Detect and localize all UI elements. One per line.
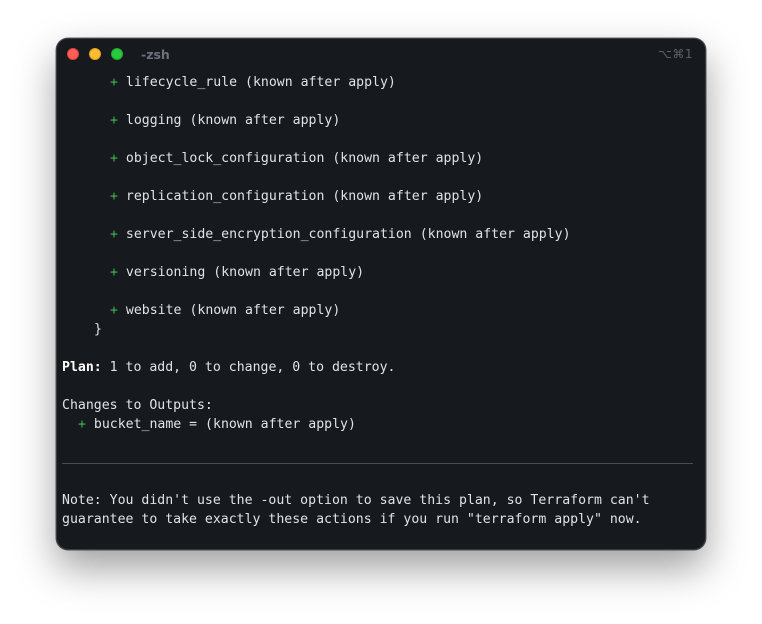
plus-symbol: + [78, 417, 86, 432]
resource-name: logging [125, 113, 182, 128]
plus-symbol: + [110, 113, 118, 128]
resource-line: + website (known after apply) [110, 301, 340, 320]
note-line-1: Note: You didn't use the -out option to … [62, 493, 650, 508]
outputs-heading: Changes to Outputs: [62, 398, 213, 413]
title-bar[interactable]: -zsh ⌥⌘1 [57, 39, 705, 71]
resource-note: (known after apply) [189, 303, 341, 318]
resource-line: + object_lock_configuration (known after… [110, 149, 483, 168]
resource-line: + replication_configuration (known after… [110, 187, 483, 206]
resource-line: + logging (known after apply) [110, 111, 340, 130]
window-shortcut: ⌥⌘1 [658, 47, 693, 61]
plus-symbol: + [110, 189, 118, 204]
resource-name: object_lock_configuration [125, 151, 325, 166]
resource-name: versioning [125, 265, 206, 280]
plan-line: Plan: 1 to add, 0 to change, 0 to destro… [62, 358, 395, 377]
resource-note: (known after apply) [332, 151, 484, 166]
terminal-window: -zsh ⌥⌘1 + lifecycle_rule (known after a… [56, 38, 706, 550]
plus-symbol: + [110, 227, 118, 242]
closing-brace: } [94, 322, 102, 337]
plus-symbol: + [110, 151, 118, 166]
maximize-button[interactable] [111, 48, 123, 60]
note-line-2: guarantee to take exactly these actions … [62, 512, 642, 527]
plan-summary: 1 to add, 0 to change, 0 to destroy. [109, 360, 396, 375]
resource-line: + server_side_encryption_configuration (… [110, 225, 571, 244]
plus-symbol: + [110, 303, 118, 318]
resource-note: (known after apply) [189, 113, 341, 128]
plus-symbol: + [110, 265, 118, 280]
output-text: bucket_name = (known after apply) [93, 417, 356, 432]
plus-symbol: + [110, 75, 118, 90]
terminal-output[interactable]: + lifecycle_rule (known after apply) + l… [62, 73, 697, 527]
resource-line: + lifecycle_rule (known after apply) [110, 73, 396, 92]
plan-label: Plan: [62, 360, 102, 375]
resource-line: + versioning (known after apply) [110, 263, 364, 282]
resource-note: (known after apply) [213, 265, 365, 280]
resource-name: website [125, 303, 182, 318]
resource-note: (known after apply) [245, 75, 396, 90]
resource-name: replication_configuration [125, 189, 325, 204]
divider [62, 463, 693, 464]
resource-note: (known after apply) [419, 227, 571, 242]
output-line: + bucket_name = (known after apply) [78, 415, 356, 434]
resource-note: (known after apply) [332, 189, 484, 204]
close-button[interactable] [67, 48, 79, 60]
resource-name: lifecycle_rule [125, 75, 238, 90]
resource-name: server_side_encryption_configuration [125, 227, 412, 242]
window-title: -zsh [141, 47, 170, 62]
minimize-button[interactable] [89, 48, 101, 60]
